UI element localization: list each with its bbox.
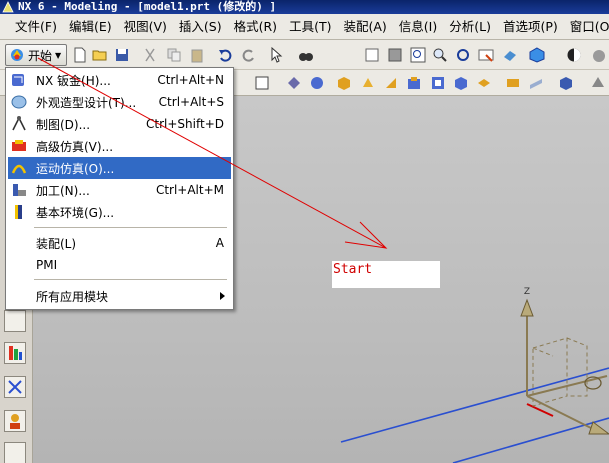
shape-studio-icon: [11, 95, 27, 109]
menu-item-drafting[interactable]: 制图(D)... Ctrl+Shift+D: [8, 113, 231, 135]
pad-icon[interactable]: [476, 75, 492, 91]
display-mode-icon[interactable]: [590, 47, 606, 63]
perspective-icon[interactable]: [502, 47, 518, 63]
start-annotation: Start: [332, 261, 440, 288]
fit-view-icon[interactable]: [364, 47, 380, 63]
roles-icon: [10, 414, 20, 429]
datum-line: [340, 367, 609, 443]
menu-item-gateway[interactable]: 基本环境(G)...: [8, 201, 231, 223]
menu-item-manufacturing[interactable]: 加工(N)... Ctrl+Alt+M: [8, 179, 231, 201]
advanced-simulation-icon: [12, 140, 26, 151]
new-file-icon[interactable]: [72, 47, 88, 63]
nx-app-icon: [2, 1, 14, 13]
drafting-icon: [12, 116, 26, 131]
edge-blend-icon[interactable]: [558, 75, 574, 91]
extrude-icon[interactable]: [360, 75, 376, 91]
menu-preferences[interactable]: 首选项(P): [497, 14, 564, 40]
palette-icon: [9, 346, 22, 360]
start-menu: NX 钣金(H)... Ctrl+Alt+N 外观造型设计(T)... Ctrl…: [5, 67, 234, 310]
menu-information[interactable]: 信息(I): [393, 14, 443, 40]
undo-icon[interactable]: [217, 47, 233, 63]
open-folder-icon[interactable]: [92, 47, 108, 63]
menu-format[interactable]: 格式(R): [228, 14, 283, 40]
chamfer-icon[interactable]: [590, 75, 606, 91]
redo-icon[interactable]: [241, 47, 257, 63]
submenu-arrow-icon: [220, 292, 225, 300]
zoom-window-icon[interactable]: [387, 47, 403, 63]
start-button-label: 开始: [28, 48, 53, 63]
sheet-metal-icon: [12, 74, 24, 86]
menu-item-all-applications[interactable]: 所有应用模块: [8, 285, 231, 307]
z-axis-arrow: [520, 298, 534, 317]
select-icon[interactable]: [268, 47, 284, 63]
roles-button[interactable]: [4, 410, 26, 432]
menu-bar: 文件(F) 编辑(E) 视图(V) 插入(S) 格式(R) 工具(T) 装配(A…: [0, 14, 609, 40]
magnify-icon[interactable]: [432, 47, 448, 63]
web-browser-button[interactable]: [4, 442, 26, 463]
sketch-icon[interactable]: [254, 75, 270, 91]
pocket-icon[interactable]: [453, 75, 469, 91]
menu-analysis[interactable]: 分析(L): [443, 14, 497, 40]
menu-item-pmi[interactable]: PMI: [8, 254, 231, 276]
zoom-icon[interactable]: [410, 47, 426, 63]
navigator-button[interactable]: [4, 310, 26, 332]
menu-item-advanced-simulation[interactable]: 高级仿真(V)...: [8, 135, 231, 157]
render-style-icon[interactable]: [529, 47, 545, 63]
motion-simulation-icon: [11, 164, 27, 174]
z-axis-label: Z: [524, 287, 530, 297]
menu-tools[interactable]: 工具(T): [283, 14, 337, 40]
window-title-bar: NX 6 - Modeling - [model1.prt (修改的) ]: [0, 0, 609, 14]
pan-icon[interactable]: [478, 47, 494, 63]
cylinder-feature-icon[interactable]: [309, 75, 325, 91]
gateway-icon: [15, 205, 22, 219]
menu-view[interactable]: 视图(V): [118, 14, 173, 40]
menu-item-assembly[interactable]: 装配(L) A: [8, 232, 231, 254]
menu-item-sheet-metal[interactable]: NX 钣金(H)... Ctrl+Alt+N: [8, 69, 231, 91]
start-icon: [11, 49, 23, 61]
start-button[interactable]: 开始 ▼: [5, 44, 67, 66]
revolve-icon[interactable]: [383, 75, 399, 91]
palette-button[interactable]: [4, 342, 26, 364]
menu-file[interactable]: 文件(F): [9, 14, 63, 40]
block-feature-icon[interactable]: [336, 75, 352, 91]
menu-item-motion-simulation[interactable]: 运动仿真(O)...: [8, 157, 231, 179]
menu-window[interactable]: 窗口(O): [564, 14, 609, 40]
boss-icon[interactable]: [430, 75, 446, 91]
wcs-red-axis: [526, 403, 554, 417]
menu-separator: [34, 279, 227, 280]
history-button[interactable]: [4, 376, 26, 398]
x-axis-arrow: [588, 421, 609, 435]
x-axis: [526, 395, 600, 433]
manufacturing-icon: [13, 184, 26, 196]
shading-icon[interactable]: [566, 47, 582, 63]
rotate-icon[interactable]: [455, 47, 471, 63]
csys-box: [532, 337, 588, 407]
standard-toolbar: 开始 ▼: [0, 40, 609, 70]
sphere-feature-icon[interactable]: [286, 75, 302, 91]
groove-icon[interactable]: [528, 75, 544, 91]
save-icon[interactable]: [114, 47, 130, 63]
chevron-down-icon: ▼: [55, 50, 62, 60]
menu-edit[interactable]: 编辑(E): [63, 14, 118, 40]
menu-insert[interactable]: 插入(S): [173, 14, 228, 40]
cut-icon[interactable]: [142, 47, 158, 63]
history-icon: [8, 380, 22, 394]
menu-separator: [34, 227, 227, 228]
find-icon[interactable]: [298, 47, 314, 63]
slot-icon[interactable]: [505, 75, 521, 91]
hole-icon[interactable]: [406, 75, 422, 91]
copy-icon[interactable]: [166, 47, 182, 63]
window-title: NX 6 - Modeling - [model1.prt (修改的) ]: [18, 0, 277, 13]
paste-icon[interactable]: [189, 47, 205, 63]
menu-item-shape-studio[interactable]: 外观造型设计(T)... Ctrl+Alt+S: [8, 91, 231, 113]
menu-assembly[interactable]: 装配(A): [337, 14, 392, 40]
